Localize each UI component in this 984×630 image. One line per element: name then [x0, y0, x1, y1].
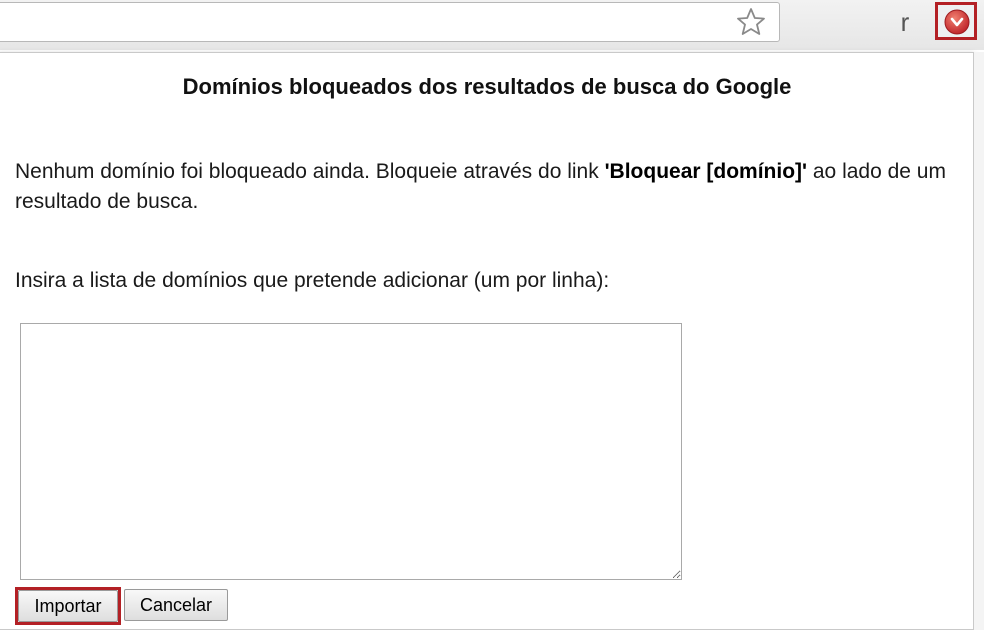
- block-domain-link-text: 'Bloquear [domínio]': [604, 160, 808, 183]
- empty-blocklist-message: Nenhum domínio foi bloqueado ainda. Bloq…: [15, 157, 965, 217]
- blocklist-extension-button[interactable]: [935, 2, 977, 40]
- blocklist-popup: Domínios bloqueados dos resultados de bu…: [0, 52, 974, 630]
- domain-list-textarea[interactable]: [20, 323, 682, 580]
- import-button[interactable]: Importar: [18, 590, 118, 622]
- star-outline-icon[interactable]: [735, 6, 767, 38]
- address-bar[interactable]: [0, 2, 780, 42]
- red-circle-down-icon: [944, 9, 970, 35]
- import-instructions-label: Insira a lista de domínios que pretende …: [15, 269, 610, 292]
- popup-title: Domínios bloqueados dos resultados de bu…: [182, 74, 792, 99]
- extension-r-icon[interactable]: r: [894, 4, 916, 40]
- message-text-start: Nenhum domínio foi bloqueado ainda. Bloq…: [15, 160, 605, 183]
- browser-toolbar: r: [0, 0, 984, 50]
- page-background-edge: [974, 52, 984, 630]
- cancel-button[interactable]: Cancelar: [124, 589, 228, 621]
- import-button-highlight: Importar: [15, 587, 121, 625]
